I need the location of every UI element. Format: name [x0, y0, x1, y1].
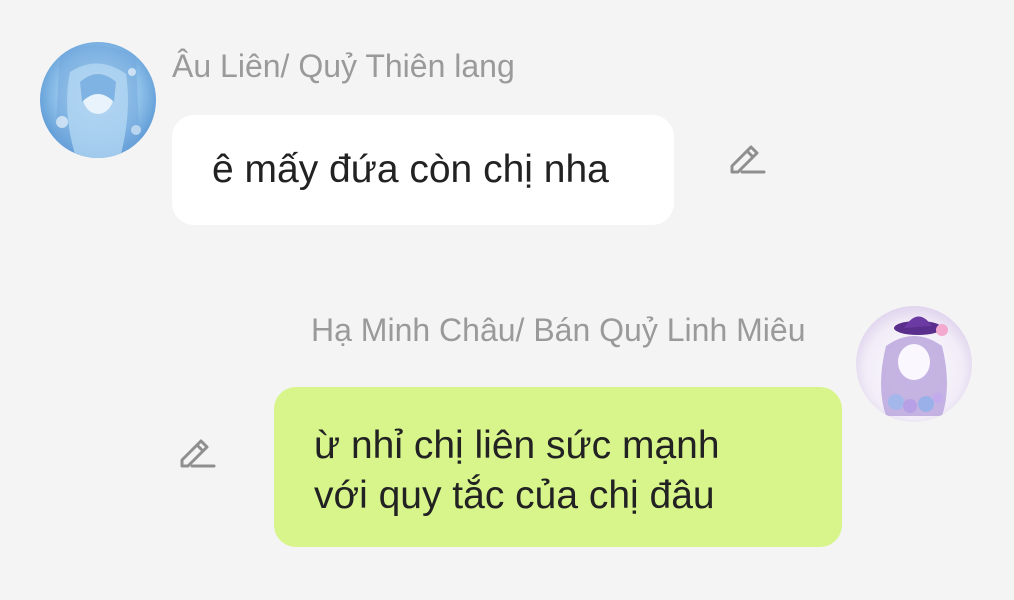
pencil-edit-icon[interactable] — [174, 430, 216, 472]
sender-name: Hạ Minh Châu/ Bán Quỷ Linh Miêu — [311, 312, 806, 348]
avatar-ha-minh-chau[interactable] — [856, 306, 972, 422]
avatar-au-lien[interactable] — [40, 42, 156, 158]
message-text: ê mấy đứa còn chị nha — [212, 148, 609, 191]
anime-avatar-blue-icon — [40, 42, 156, 158]
anime-avatar-purple-icon — [856, 306, 972, 422]
message-bubble[interactable]: ừ nhỉ chị liên sức mạnh với quy tắc của … — [274, 387, 842, 547]
sender-name: Âu Liên/ Quỷ Thiên lang — [172, 48, 515, 84]
message-text-line: ừ nhỉ chị liên sức mạnh — [314, 424, 720, 467]
pencil-edit-icon[interactable] — [724, 136, 766, 178]
message-text-line: với quy tắc của chị đâu — [314, 474, 715, 517]
message-bubble[interactable]: ê mấy đứa còn chị nha — [172, 115, 674, 225]
